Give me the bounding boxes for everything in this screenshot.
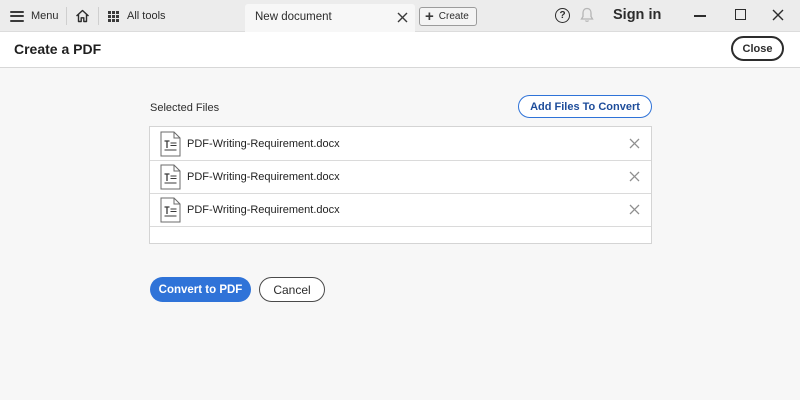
hamburger-icon — [10, 10, 24, 22]
list-item[interactable]: PDF-Writing-Requirement.docx — [150, 160, 651, 194]
remove-file-icon[interactable] — [629, 204, 640, 215]
page-header: Create a PDF Close — [0, 32, 800, 68]
tab-label: New document — [255, 11, 332, 23]
document-text-icon — [160, 197, 181, 223]
close-tab-icon[interactable] — [397, 12, 408, 23]
all-tools-button[interactable]: All tools — [108, 6, 166, 26]
list-item[interactable]: PDF-Writing-Requirement.docx — [150, 127, 651, 161]
divider — [66, 7, 67, 25]
menu-label: Menu — [31, 10, 59, 22]
cancel-button[interactable]: Cancel — [259, 277, 325, 302]
grid-icon — [108, 10, 119, 22]
document-text-icon — [160, 164, 181, 190]
page-title: Create a PDF — [14, 41, 102, 57]
close-button[interactable]: Close — [731, 36, 784, 61]
create-label: Create — [438, 11, 469, 22]
all-tools-label: All tools — [127, 10, 166, 22]
selected-files-label: Selected Files — [150, 102, 220, 114]
add-files-button[interactable]: Add Files To Convert — [518, 95, 652, 118]
remove-file-icon[interactable] — [629, 171, 640, 182]
menu-button[interactable]: Menu — [10, 6, 59, 26]
convert-to-pdf-button[interactable]: Convert to PDF — [150, 277, 251, 302]
plus-icon: + — [425, 7, 434, 25]
maximize-icon[interactable] — [735, 9, 746, 20]
document-text-icon — [160, 131, 181, 157]
tab-new-document[interactable]: New document — [245, 4, 415, 32]
title-bar: Menu All tools New document + Create ? S… — [0, 0, 800, 32]
remove-file-icon[interactable] — [629, 138, 640, 149]
file-name: PDF-Writing-Requirement.docx — [187, 204, 340, 216]
divider — [98, 7, 99, 25]
create-button[interactable]: + Create — [419, 7, 477, 26]
help-icon[interactable]: ? — [555, 8, 570, 23]
home-icon — [75, 9, 89, 23]
sign-in-link[interactable]: Sign in — [613, 7, 661, 23]
minimize-icon[interactable] — [694, 15, 706, 17]
file-name: PDF-Writing-Requirement.docx — [187, 171, 340, 183]
window-close-icon[interactable] — [772, 9, 784, 21]
bell-icon[interactable] — [580, 7, 594, 23]
file-list: PDF-Writing-Requirement.docx PDF-Writing… — [149, 126, 652, 244]
list-item[interactable]: PDF-Writing-Requirement.docx — [150, 193, 651, 227]
file-name: PDF-Writing-Requirement.docx — [187, 138, 340, 150]
home-button[interactable] — [72, 6, 92, 26]
